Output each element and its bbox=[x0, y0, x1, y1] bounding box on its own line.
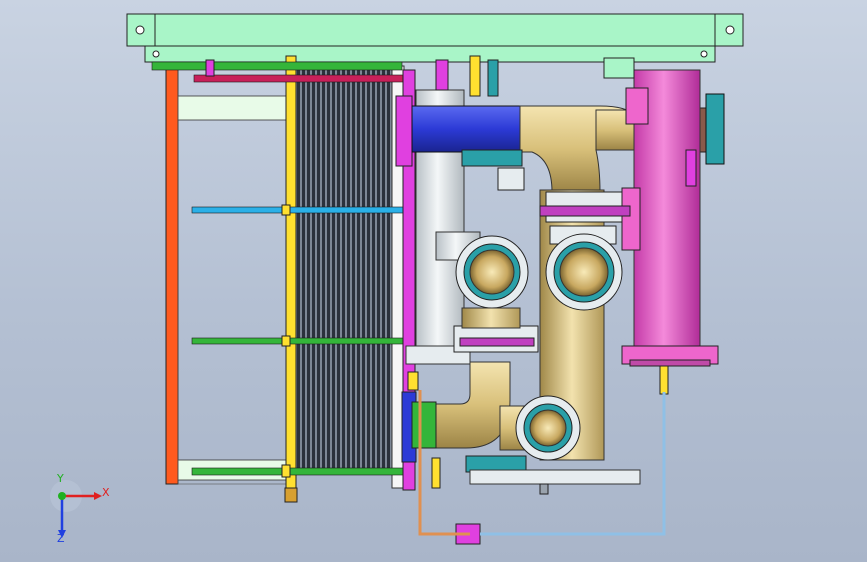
coordinate-triad: X Y Z bbox=[48, 472, 118, 548]
nozzle-left[interactable] bbox=[455, 235, 529, 309]
triad-x-label: X bbox=[102, 486, 110, 499]
cad-viewport[interactable]: X Y Z bbox=[0, 0, 867, 562]
y-axis-dot bbox=[58, 492, 66, 500]
top-frame-beam[interactable] bbox=[126, 13, 744, 63]
blue-pipe[interactable] bbox=[411, 105, 531, 153]
pressure-plate[interactable] bbox=[284, 55, 298, 503]
assembly-model[interactable] bbox=[0, 0, 867, 562]
fixed-frame-plate[interactable] bbox=[165, 63, 289, 485]
plate-pack[interactable] bbox=[295, 65, 405, 489]
nozzle-right[interactable] bbox=[545, 233, 623, 311]
triad-z-label: Z bbox=[57, 532, 65, 545]
triad-y-label: Y bbox=[57, 472, 64, 485]
flange-middle[interactable] bbox=[453, 307, 539, 353]
